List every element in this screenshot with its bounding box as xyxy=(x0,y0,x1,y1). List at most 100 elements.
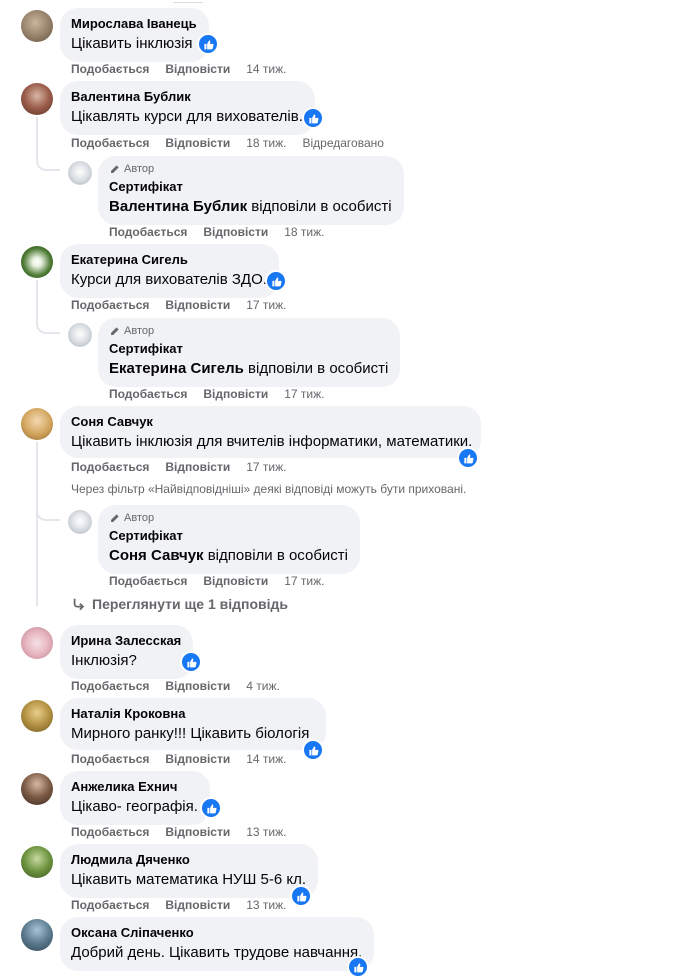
comment-bubble: Соня Савчук Цікавить інклюзія для вчител… xyxy=(60,406,481,458)
comment-text: Мирного ранку!!! Цікавить біологія xyxy=(71,725,310,742)
like-button[interactable]: Подобається xyxy=(109,387,187,401)
comment-bubble: Оксана Сліпаченко Добрий день. Цікавить … xyxy=(60,917,375,971)
mention[interactable]: Екатерина Сигель xyxy=(109,360,244,377)
reply-author[interactable]: Сертифікат xyxy=(109,179,392,195)
comment-author[interactable]: Оксана Сліпаченко xyxy=(71,925,362,941)
like-button[interactable]: Подобається xyxy=(109,225,187,239)
avatar[interactable] xyxy=(21,773,53,805)
avatar[interactable] xyxy=(21,846,53,878)
mention[interactable]: Соня Савчук xyxy=(109,547,204,564)
comment-author[interactable]: Наталія Кроковна xyxy=(71,706,314,722)
like-button[interactable]: Подобається xyxy=(71,136,149,150)
reply-arrow-icon xyxy=(73,598,85,611)
like-button[interactable]: Подобається xyxy=(71,752,149,766)
reply-button[interactable]: Відповісти xyxy=(165,298,230,312)
comment-author[interactable]: Екатерина Сигель xyxy=(71,252,267,268)
avatar[interactable] xyxy=(21,83,53,115)
like-reaction-icon[interactable] xyxy=(180,651,202,673)
comment-author[interactable]: Ирина Залесская xyxy=(71,633,181,649)
reply-button[interactable]: Відповісти xyxy=(203,574,268,588)
view-more-replies-button[interactable]: Переглянути ще 1 відповідь xyxy=(72,596,288,612)
thread-line xyxy=(36,442,38,606)
comment-author[interactable]: Соня Савчук xyxy=(71,414,469,430)
like-button[interactable]: Подобається xyxy=(71,825,149,839)
comment-actions: Подобається Відповісти 17 тиж. xyxy=(71,459,302,475)
page-avatar[interactable] xyxy=(68,510,92,534)
timestamp[interactable]: 14 тиж. xyxy=(246,62,286,76)
page-avatar[interactable] xyxy=(68,323,92,347)
avatar[interactable] xyxy=(21,700,53,732)
timestamp[interactable]: 18 тиж. xyxy=(246,136,286,150)
reply-author[interactable]: Сертифікат xyxy=(109,528,348,544)
edited-label: Відредаговано xyxy=(302,136,384,150)
author-tag: Автор xyxy=(109,162,392,176)
like-reaction-icon[interactable] xyxy=(197,33,219,55)
reply-button[interactable]: Відповісти xyxy=(165,460,230,474)
like-button[interactable]: Подобається xyxy=(71,679,149,693)
reply-author[interactable]: Сертифікат xyxy=(109,341,388,357)
like-button[interactable]: Подобається xyxy=(71,62,149,76)
reply-text: Валентина Бублик відповіли в особисті xyxy=(109,197,392,217)
avatar[interactable] xyxy=(21,246,53,278)
comment-actions: Подобається Відповісти 18 тиж. Відредагован… xyxy=(71,135,384,151)
comment-author[interactable]: Людмила Дяченко xyxy=(71,852,306,868)
reply-button[interactable]: Відповісти xyxy=(203,387,268,401)
comment-actions: Подобається Відповісти 17 тиж. xyxy=(71,297,302,313)
reply-button[interactable]: Відповісти xyxy=(165,62,230,76)
like-reaction-icon[interactable] xyxy=(302,107,324,129)
reply-button[interactable]: Відповісти xyxy=(165,898,230,912)
timestamp[interactable]: 17 тиж. xyxy=(246,460,286,474)
like-reaction-icon[interactable] xyxy=(200,797,222,819)
like-reaction-icon[interactable] xyxy=(302,739,324,761)
reply-text-body: відповіли в особисті xyxy=(203,547,348,564)
avatar[interactable] xyxy=(21,10,53,42)
reply-button[interactable]: Відповісти xyxy=(165,679,230,693)
comment-actions: Подобається Відповісти 14 тиж. xyxy=(71,751,302,767)
comment-text: Інклюзія? xyxy=(71,652,137,669)
comment-actions: Подобається Відповісти 13 тиж. xyxy=(71,897,302,913)
timestamp[interactable]: 13 тиж. xyxy=(246,825,286,839)
reply-button[interactable]: Відповісти xyxy=(203,225,268,239)
author-tag: Автор xyxy=(109,511,348,525)
cutoff-fragment xyxy=(173,0,203,3)
comment-text: Цікавить інклюзія xyxy=(71,35,193,52)
author-label: Автор xyxy=(124,325,155,337)
like-button[interactable]: Подобається xyxy=(71,460,149,474)
timestamp[interactable]: 17 тиж. xyxy=(246,298,286,312)
thread-line xyxy=(36,280,38,322)
view-more-replies-label: Переглянути ще 1 відповідь xyxy=(92,596,289,612)
avatar[interactable] xyxy=(21,408,53,440)
comment-text: Цікаво- географія. xyxy=(71,798,198,815)
thread-connector xyxy=(36,155,60,171)
timestamp[interactable]: 17 тиж. xyxy=(284,387,324,401)
avatar[interactable] xyxy=(21,919,53,951)
timestamp[interactable]: 17 тиж. xyxy=(284,574,324,588)
reply-button[interactable]: Відповісти xyxy=(165,825,230,839)
author-tag: Автор xyxy=(109,324,388,338)
reply-actions: Подобається Відповісти 17 тиж. xyxy=(109,386,340,402)
like-reaction-icon[interactable] xyxy=(265,270,287,292)
like-reaction-icon[interactable] xyxy=(347,956,369,978)
comment-author[interactable]: Анжелика Ехнич xyxy=(71,779,198,795)
reply-bubble: Автор Сертифікат Екатерина Сигель відпов… xyxy=(98,318,401,387)
mention[interactable]: Валентина Бублик xyxy=(109,198,247,215)
like-reaction-icon[interactable] xyxy=(457,447,479,469)
reply-button[interactable]: Відповісти xyxy=(165,136,230,150)
comment-author[interactable]: Валентина Бублик xyxy=(71,89,303,105)
reply-text: Екатерина Сигель відповіли в особисті xyxy=(109,359,388,379)
comment-bubble: Ирина Залесская Інклюзія? xyxy=(60,625,194,679)
like-button[interactable]: Подобається xyxy=(71,298,149,312)
like-button[interactable]: Подобається xyxy=(71,898,149,912)
comment-author[interactable]: Мирослава Іванець xyxy=(71,16,197,32)
filter-note: Через фільтр «Найвідповідніші» деякі від… xyxy=(71,482,467,496)
timestamp[interactable]: 4 тиж. xyxy=(246,679,280,693)
reply-button[interactable]: Відповісти xyxy=(165,752,230,766)
timestamp[interactable]: 14 тиж. xyxy=(246,752,286,766)
avatar[interactable] xyxy=(21,627,53,659)
page-avatar[interactable] xyxy=(68,161,92,185)
timestamp[interactable]: 18 тиж. xyxy=(284,225,324,239)
comment-text: Добрий день. Цікавить трудове навчання. xyxy=(71,944,363,961)
like-button[interactable]: Подобається xyxy=(109,574,187,588)
thread-line xyxy=(36,117,38,159)
timestamp[interactable]: 13 тиж. xyxy=(246,898,286,912)
